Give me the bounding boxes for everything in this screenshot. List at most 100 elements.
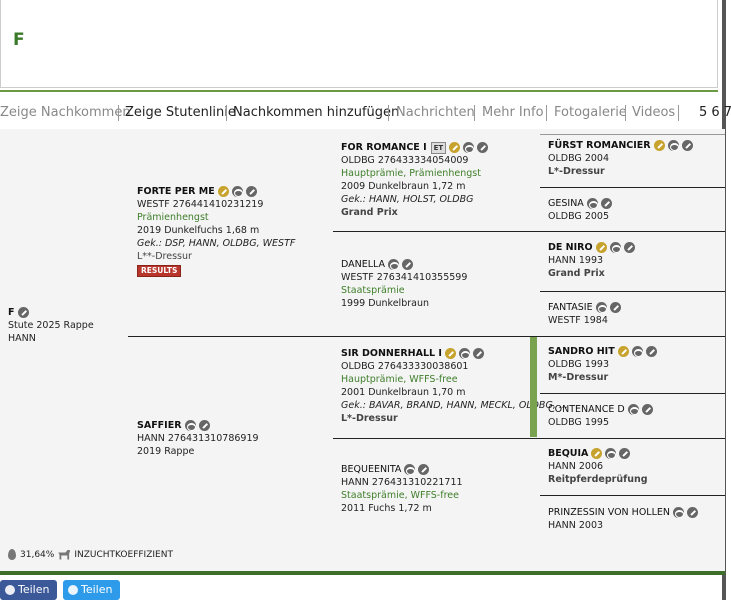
- tab-separator: [546, 105, 547, 121]
- dd-award: Staatsprämie, WFFS-free: [341, 490, 459, 501]
- pencil-icon[interactable]: [245, 186, 257, 197]
- tab-show-offspring[interactable]: Zeige Nachkommen: [0, 103, 131, 123]
- tab-pagination[interactable]: 5 6 7: [699, 103, 731, 123]
- ss-breeds: Gek.: HANN, HOLST, OLDBG: [341, 194, 474, 205]
- divider-generation-3: [540, 291, 725, 292]
- ss-level: Grand Prix: [341, 207, 398, 218]
- pencil-icon[interactable]: [472, 348, 484, 359]
- pencil-icon[interactable]: [681, 140, 693, 151]
- subject-details: Stute 2025 Rappe: [8, 320, 94, 331]
- inbreeding-coefficient: 31,64% INZUCHTKOEFFIZIENT: [8, 549, 173, 560]
- dam-id: HANN 276431310786919: [137, 433, 259, 444]
- ancestor-entry[interactable]: CONTENANCE D OLDBG 1995: [548, 403, 653, 429]
- ancestor-id: HANN 1993: [548, 255, 604, 266]
- ancestor-entry[interactable]: GESINA OLDBG 2005: [548, 197, 612, 223]
- pencil-icon[interactable]: [619, 448, 631, 459]
- pencil-icon[interactable]: [653, 140, 665, 151]
- pencil-icon[interactable]: [609, 302, 621, 313]
- group-icon[interactable]: [388, 259, 400, 270]
- ss-id: OLDBG 276433334054009: [341, 155, 469, 166]
- group-icon[interactable]: [673, 507, 684, 518]
- group-icon[interactable]: [404, 464, 416, 475]
- dam-entry[interactable]: SAFFIER HANN 276431310786919 2019 Rappe: [137, 419, 259, 458]
- horse-icon: [58, 549, 71, 560]
- divider-generation-3: [540, 187, 725, 188]
- group-icon[interactable]: [627, 404, 639, 415]
- pencil-icon[interactable]: [623, 242, 635, 253]
- group-icon[interactable]: [667, 140, 679, 151]
- subject-breed: HANN: [8, 333, 36, 344]
- pencil-icon[interactable]: [217, 186, 229, 197]
- ancestor-entry[interactable]: SANDRO HIT OLDBG 1993 M*-Dressur: [548, 345, 657, 384]
- sire-breeds: Gek.: DSP, HANN, OLDBG, WESTF: [137, 238, 296, 249]
- group-icon[interactable]: [605, 448, 617, 459]
- tab-more-info[interactable]: Mehr Info: [482, 103, 544, 123]
- sire-sire-entry[interactable]: FOR ROMANCE I ET OLDBG 276433334054009 Ha…: [341, 141, 489, 219]
- ancestor-id: HANN 2003: [548, 520, 604, 531]
- ancestor-id: OLDBG 2004: [548, 153, 609, 164]
- pencil-icon[interactable]: [449, 142, 461, 153]
- tab-news[interactable]: Nachrichten: [396, 103, 475, 123]
- sire-entry[interactable]: FORTE PER ME WESTF 276441410231219 Prämi…: [137, 185, 295, 277]
- ancestor-entry[interactable]: FANTASIE WESTF 1984: [548, 301, 621, 327]
- ancestor-level: L*-Dressur: [548, 166, 605, 177]
- dam-dam-entry[interactable]: BEQUEENITA HANN 276431310221711 Staatspr…: [341, 463, 463, 515]
- ss-award: Hauptprämie, Prämienhengst: [341, 168, 481, 179]
- ancestor-entry[interactable]: DE NIRO HANN 1993 Grand Prix: [548, 241, 635, 280]
- ancestor-entry[interactable]: PRINZESSIN VON HOLLEN HANN 2003: [548, 506, 698, 532]
- sire-award: Prämienhengst: [137, 212, 209, 223]
- pencil-icon[interactable]: [198, 420, 210, 431]
- tab-show-mare-line[interactable]: Zeige Stutenlinie: [125, 103, 236, 123]
- group-icon[interactable]: [231, 186, 243, 197]
- pencil-icon[interactable]: [595, 242, 607, 253]
- group-icon[interactable]: [631, 346, 643, 357]
- subject-horse[interactable]: F Stute 2025 Rappe HANN: [8, 306, 94, 345]
- group-icon[interactable]: [458, 348, 470, 359]
- twitter-share-button[interactable]: Teilen: [63, 580, 120, 600]
- divider-generation-3: [540, 134, 725, 135]
- pencil-icon[interactable]: [477, 142, 489, 153]
- coi-value: 31,64%: [20, 549, 55, 560]
- sd-details: 1999 Dunkelbraun: [341, 298, 430, 309]
- tab-separator: [226, 105, 227, 121]
- sire-details: 2019 Dunkelfuchs 1,68 m: [137, 225, 260, 236]
- pencil-icon[interactable]: [402, 259, 414, 270]
- tab-videos[interactable]: Videos: [632, 103, 675, 123]
- group-icon[interactable]: [463, 142, 475, 153]
- group-icon[interactable]: [595, 302, 607, 313]
- ancestor-id: WESTF 1984: [548, 315, 608, 326]
- group-icon[interactable]: [586, 198, 598, 209]
- group-icon[interactable]: [609, 242, 621, 253]
- divider-generation-2: [333, 231, 725, 232]
- pencil-icon[interactable]: [687, 507, 698, 518]
- dd-id: HANN 276431310221711: [341, 477, 463, 488]
- drop-icon: [8, 549, 16, 560]
- pencil-icon[interactable]: [645, 346, 657, 357]
- pencil-icon[interactable]: [17, 307, 29, 318]
- dd-details: 2011 Fuchs 1,72 m: [341, 503, 432, 514]
- ancestor-level: Reitpferdeprüfung: [548, 474, 648, 485]
- tab-bar: Zeige Nachkommen Zeige Stutenlinie Nachk…: [0, 103, 731, 125]
- tab-add-offspring[interactable]: Nachkommen hinzufügen: [233, 103, 399, 123]
- tab-photo-gallery[interactable]: Fotogalerie: [554, 103, 627, 123]
- pencil-icon[interactable]: [617, 346, 629, 357]
- pencil-icon[interactable]: [641, 404, 653, 415]
- sd-id: WESTF 276341410355599: [341, 272, 468, 283]
- divider-generation-2: [333, 438, 725, 439]
- ancestor-id: OLDBG 2005: [548, 211, 609, 222]
- ancestor-entry[interactable]: FÜRST ROMANCIER OLDBG 2004 L*-Dressur: [548, 139, 693, 178]
- tab-separator: [625, 105, 626, 121]
- group-icon[interactable]: [184, 420, 196, 431]
- sire-id: WESTF 276441410231219: [137, 199, 264, 210]
- ancestor-id: OLDBG 1995: [548, 417, 609, 428]
- ancestor-entry[interactable]: BEQUIA HANN 2006 Reitpferdeprüfung: [548, 447, 648, 486]
- highlight-marker: [530, 337, 537, 437]
- results-badge[interactable]: RESULTS: [137, 265, 182, 277]
- pencil-icon[interactable]: [444, 348, 456, 359]
- pencil-icon[interactable]: [600, 198, 612, 209]
- pencil-icon[interactable]: [591, 448, 603, 459]
- tab-separator: [678, 105, 679, 121]
- facebook-share-button[interactable]: Teilen: [0, 580, 57, 600]
- sire-dam-entry[interactable]: DANELLA WESTF 276341410355599 Staatspräm…: [341, 258, 467, 310]
- pencil-icon[interactable]: [418, 464, 430, 475]
